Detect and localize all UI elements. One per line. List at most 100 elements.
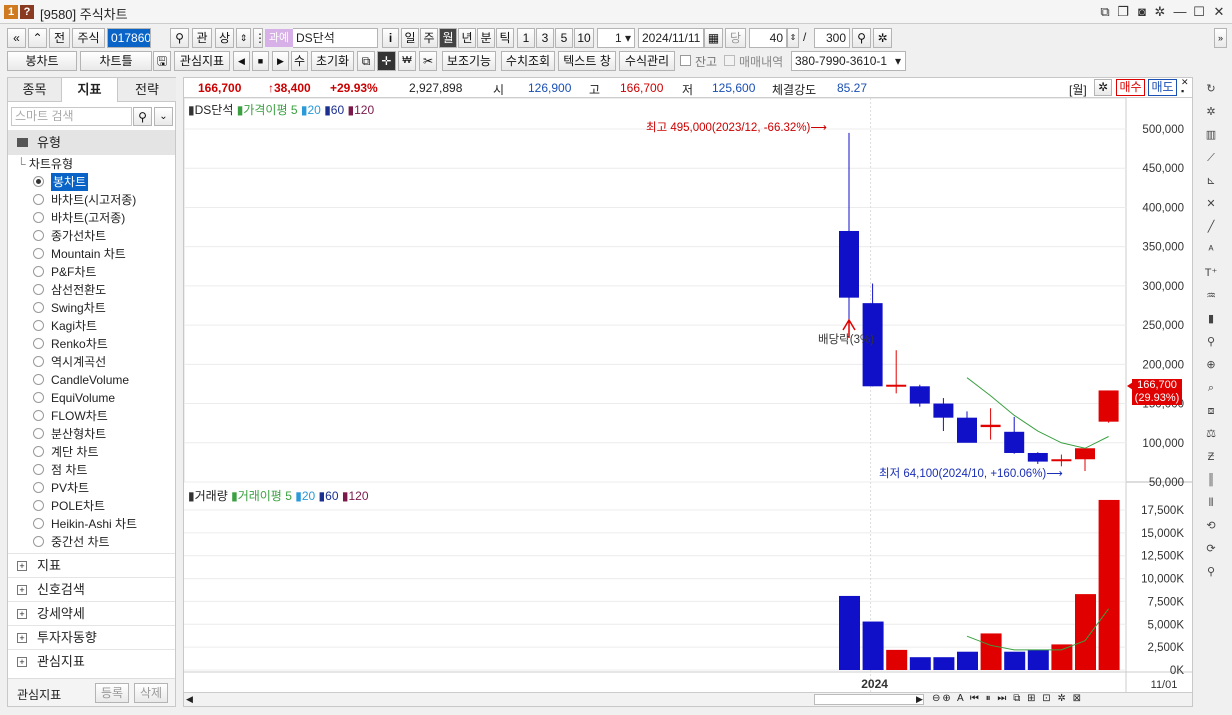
chart-type-item[interactable]: P&F차트	[33, 263, 173, 281]
grid-icon[interactable]: ║	[1199, 470, 1223, 490]
period-year[interactable]: 년	[458, 28, 476, 48]
help-badge[interactable]: ?	[20, 5, 34, 19]
radio-button[interactable]	[33, 518, 44, 529]
section-1[interactable]: + 지표	[8, 553, 175, 577]
radio-button[interactable]	[33, 266, 44, 277]
maximize-icon[interactable]: ☐	[1191, 4, 1207, 20]
columns-icon[interactable]: ⫴	[1199, 493, 1223, 513]
pattern-icon[interactable]: ♒	[1199, 286, 1223, 306]
subgroup-chart-type[interactable]: └ 차트유형	[17, 155, 73, 173]
section-5[interactable]: + 관심지표	[8, 649, 175, 673]
expand-icon[interactable]: +	[17, 561, 27, 571]
chart-type-item[interactable]: Swing차트	[33, 299, 173, 317]
expand-icon[interactable]: +	[17, 585, 27, 595]
value-view-button[interactable]: 수치조회	[501, 51, 555, 71]
min-10-button[interactable]: 10	[574, 28, 594, 48]
account-select[interactable]: 380-7990-3610-1 ▾	[791, 51, 906, 71]
chart-svg[interactable]: 500,000 450,000 400,000 350,000 300,000 250,0…	[184, 98, 1192, 706]
reset-button[interactable]: 초기화	[311, 51, 354, 71]
analysis-icon[interactable]: ⌕	[1199, 378, 1223, 398]
radio-button[interactable]	[33, 374, 44, 385]
total-input[interactable]: 300	[814, 28, 850, 48]
menu-dots-icon[interactable]: ⋮	[253, 28, 263, 48]
settings-gear-icon[interactable]: ✲	[873, 28, 892, 48]
radio-button[interactable]	[33, 194, 44, 205]
chart-type-item[interactable]: 종가선차트	[33, 227, 173, 245]
pin-icon[interactable]: ₩	[398, 51, 416, 71]
tab-indicator[interactable]: 지표	[62, 78, 118, 102]
buy-button[interactable]: 매수	[1116, 79, 1145, 96]
auto-icon[interactable]: ᴬ	[1199, 240, 1223, 260]
market-select[interactable]: 주식	[72, 28, 105, 48]
min-3-button[interactable]: 3	[536, 28, 554, 48]
min-5-button[interactable]: 5	[555, 28, 573, 48]
radio-button[interactable]	[33, 410, 44, 421]
radio-button[interactable]	[33, 320, 44, 331]
radio-button[interactable]	[33, 176, 44, 187]
fib-icon[interactable]: ⊾	[1199, 171, 1223, 191]
count-spinner[interactable]: ⇕	[787, 28, 799, 48]
radio-button[interactable]	[33, 284, 44, 295]
link-icon[interactable]: ⧉	[1097, 4, 1113, 20]
chart-type-item[interactable]: 역시계곡선	[33, 353, 173, 371]
prev-arrow-icon[interactable]: ◀	[233, 51, 250, 71]
radio-button[interactable]	[33, 482, 44, 493]
tab-stock[interactable]: 종목	[8, 78, 62, 102]
z-icon[interactable]: Ƶ	[1199, 447, 1223, 467]
redo-icon[interactable]: ⟳	[1199, 539, 1223, 559]
prev-button[interactable]: 전	[49, 28, 70, 48]
scissors-icon[interactable]: ✂	[419, 51, 437, 71]
bar-chart-icon[interactable]: ▥	[1199, 125, 1223, 145]
register-button[interactable]: 등록	[95, 683, 129, 703]
gear-icon[interactable]: ✲	[1199, 102, 1223, 122]
zoom-controls[interactable]: ⊖⊕ A ⏮ ⏸ ⏭ ⧉ ⊞ ⊡ ✲ ⊠	[932, 693, 1083, 704]
stock-code-input[interactable]: 017860	[107, 28, 151, 48]
radio-button[interactable]	[33, 392, 44, 403]
line-icon[interactable]: ╱	[1199, 217, 1223, 237]
chart-type-item[interactable]: POLE차트	[33, 497, 173, 515]
count-input[interactable]: 40	[749, 28, 787, 48]
scroll-thumb[interactable]	[814, 694, 924, 705]
expand-icon[interactable]: +	[17, 609, 27, 619]
window-icon[interactable]: ⧉	[357, 51, 375, 71]
minimize-icon[interactable]: —	[1172, 4, 1188, 20]
trend-line-icon[interactable]: ⟋	[1199, 148, 1223, 168]
chart-type-item[interactable]: Mountain 차트	[33, 245, 173, 263]
radio-button[interactable]	[33, 428, 44, 439]
expand-icon[interactable]: +	[17, 657, 27, 667]
sell-button[interactable]: 매도	[1148, 79, 1177, 96]
stack-icon[interactable]: ⧈	[1199, 401, 1223, 421]
delete-button[interactable]: 삭제	[134, 683, 168, 703]
collapse-left-button[interactable]: «	[7, 28, 26, 48]
tab-strategy[interactable]: 전략	[118, 78, 176, 102]
group-type[interactable]: 유형	[8, 130, 175, 155]
period-minute[interactable]: 분	[477, 28, 495, 48]
su-button[interactable]: 수	[291, 51, 308, 71]
collapse-icon[interactable]: ⌄	[154, 107, 173, 126]
section-2[interactable]: + 신호검색	[8, 577, 175, 601]
chart-frame-button[interactable]: 차트틀	[80, 51, 152, 71]
gear-icon[interactable]: ✲	[1152, 4, 1168, 20]
chart-type-item[interactable]: Heikin-Ashi 차트	[33, 515, 173, 533]
up-button[interactable]: ⌃	[28, 28, 47, 48]
balance-icon[interactable]: ⚖	[1199, 424, 1223, 444]
radio-button[interactable]	[33, 356, 44, 367]
undo-icon[interactable]: ⟲	[1199, 516, 1223, 536]
bottom-scrollbar[interactable]: ◀ ▶ ⊖⊕ A ⏮ ⏸ ⏭ ⧉ ⊞ ⊡ ✲ ⊠	[184, 692, 1192, 706]
scroll-left-icon[interactable]: ◀	[186, 694, 193, 705]
expand-icon[interactable]: +	[17, 633, 27, 643]
chart-type-item[interactable]: 바차트(시고저종)	[33, 191, 173, 209]
radio-button[interactable]	[33, 212, 44, 223]
chart-type-item[interactable]: FLOW차트	[33, 407, 173, 425]
expand-right-icon[interactable]: »	[1214, 28, 1227, 48]
camera-icon[interactable]: ◙	[1134, 4, 1150, 20]
period-month[interactable]: 월	[439, 28, 457, 48]
period-week[interactable]: 주	[420, 28, 438, 48]
radio-button[interactable]	[33, 302, 44, 313]
search-icon[interactable]: ⚲	[170, 28, 189, 48]
gwan-button[interactable]: 관	[192, 28, 212, 48]
section-3[interactable]: + 강세약세	[8, 601, 175, 625]
aux-function-button[interactable]: 보조기능	[442, 51, 496, 71]
search-icon[interactable]: ⚲	[1199, 562, 1223, 582]
chart-type-button[interactable]: 봉차트	[7, 51, 77, 71]
